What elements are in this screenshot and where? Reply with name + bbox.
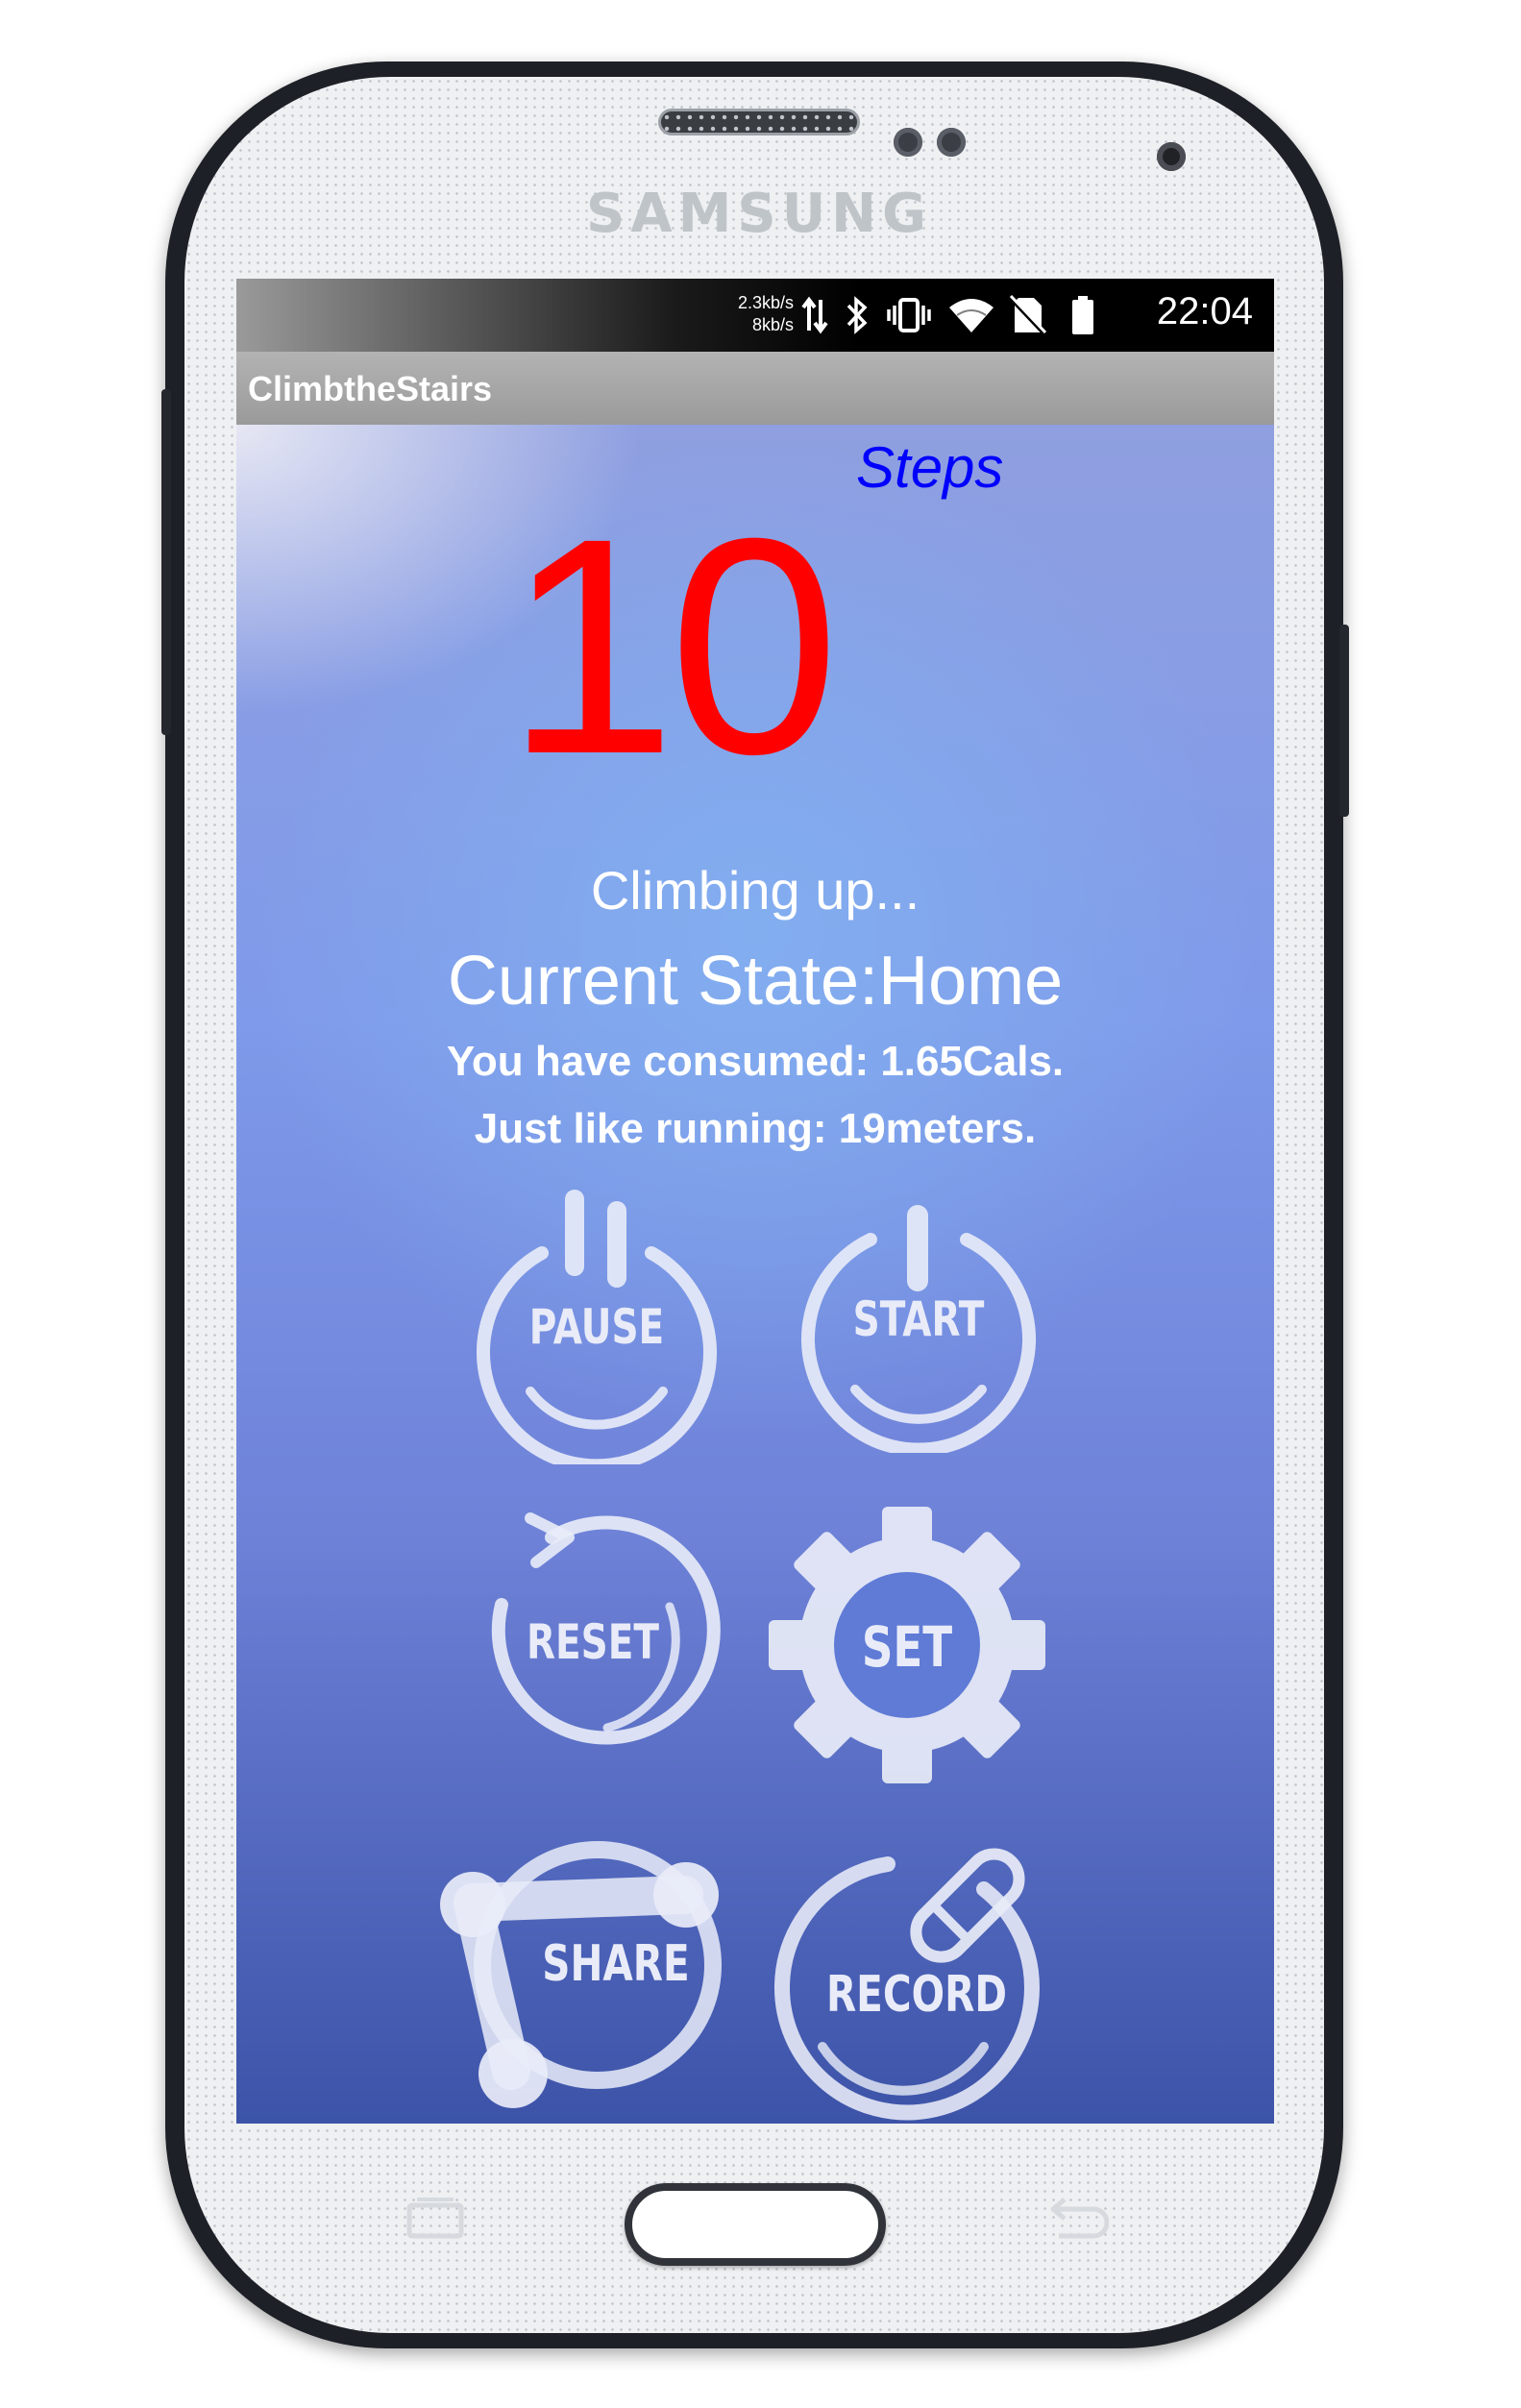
battery-icon	[1072, 296, 1093, 334]
app-bar: ClimbtheStairs	[236, 352, 1274, 425]
front-camera	[1157, 142, 1186, 171]
net-speed-down: 8kb/s	[751, 315, 794, 334]
wifi-icon	[949, 299, 994, 332]
calories-text: You have consumed: 1.65Cals.	[446, 1038, 1065, 1085]
status-bar: 2.3kb/s 8kb/s 22:04	[236, 279, 1274, 352]
set-label: SET	[861, 1614, 953, 1680]
screen: 2.3kb/s 8kb/s 22:04 ClimbtheStairs Steps…	[236, 279, 1274, 2124]
home-button[interactable]	[625, 2183, 886, 2266]
no-sim-icon	[1009, 294, 1047, 336]
proximity-sensor	[894, 128, 922, 157]
share-label: SHARE	[542, 1935, 690, 1993]
reset-label: RESET	[526, 1614, 660, 1670]
back-icon[interactable]	[1040, 2196, 1109, 2244]
recent-apps-icon[interactable]	[404, 2196, 467, 2244]
share-button[interactable]: SHARE	[425, 1816, 742, 2124]
light-sensor	[937, 128, 966, 157]
pause-label: PAUSE	[528, 1299, 665, 1355]
brand-logo: SAMSUNG	[585, 183, 933, 245]
start-label: START	[852, 1291, 985, 1347]
start-button[interactable]: START	[794, 1203, 1043, 1453]
net-speed-up: 2.3kb/s	[737, 293, 794, 312]
reset-button[interactable]: RESET	[463, 1511, 723, 1770]
volume-key	[161, 389, 171, 735]
main-content: Steps 10 Climbing up... Current State:Ho…	[236, 425, 1274, 2124]
status-clock: 22:04	[1156, 290, 1253, 332]
activity-text: Climbing up...	[590, 860, 920, 921]
vibrate-icon	[887, 298, 931, 332]
step-count: 10	[505, 474, 840, 818]
bluetooth-icon	[846, 296, 868, 334]
data-transfer-icon	[801, 296, 828, 334]
record-label: RECORD	[825, 1966, 1008, 2024]
set-button[interactable]: SET	[763, 1501, 1051, 1789]
pause-button[interactable]: PAUSE	[467, 1186, 726, 1464]
record-button[interactable]: RECORD	[763, 1826, 1070, 2124]
steps-label: Steps	[856, 435, 1004, 500]
current-state-text: Current State:Home	[447, 943, 1064, 1020]
speaker-grille	[658, 109, 860, 135]
app-title: ClimbtheStairs	[248, 369, 493, 408]
network-speed: 2.3kb/s 8kb/s	[726, 292, 794, 336]
power-key	[1339, 625, 1349, 817]
distance-text: Just like running: 19meters.	[474, 1105, 1037, 1152]
